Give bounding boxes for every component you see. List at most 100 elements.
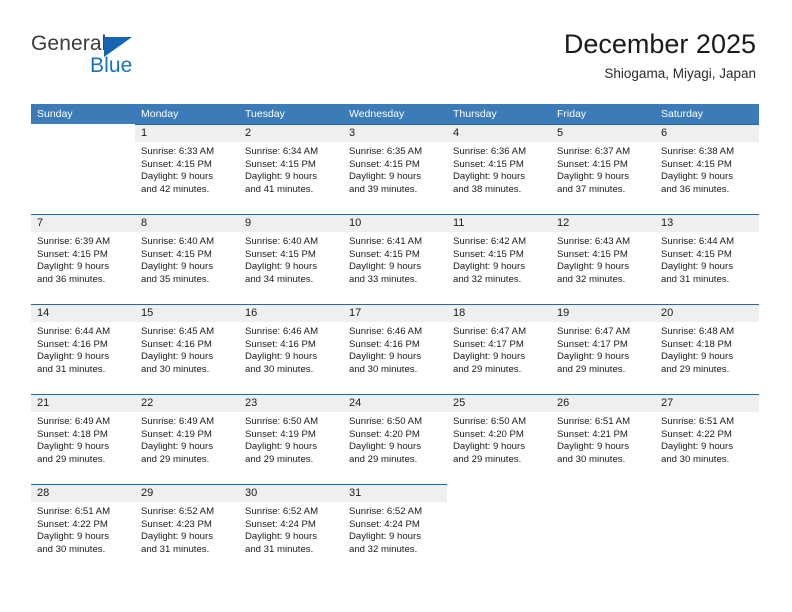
day-info (655, 501, 759, 505)
day-number: 3 (343, 125, 447, 142)
day-cell[interactable]: 16 Sunrise: 6:46 AM Sunset: 4:16 PM Dayl… (239, 304, 343, 394)
day-cell[interactable]: 18 Sunrise: 6:47 AM Sunset: 4:17 PM Dayl… (447, 304, 551, 394)
day-number (551, 484, 655, 501)
calendar-week-row: 28 Sunrise: 6:51 AM Sunset: 4:22 PM Dayl… (31, 484, 759, 574)
calendar-week-row: 1 Sunrise: 6:33 AM Sunset: 4:15 PM Dayli… (31, 124, 759, 214)
day-cell[interactable]: 30 Sunrise: 6:52 AM Sunset: 4:24 PM Dayl… (239, 484, 343, 574)
sunset-text: Sunset: 4:15 PM (141, 158, 212, 170)
day-cell[interactable]: 11 Sunrise: 6:42 AM Sunset: 4:15 PM Dayl… (447, 214, 551, 304)
day-info: Sunrise: 6:47 AM Sunset: 4:17 PM Dayligh… (551, 322, 655, 376)
day-cell[interactable]: 19 Sunrise: 6:47 AM Sunset: 4:17 PM Dayl… (551, 304, 655, 394)
day-cell[interactable]: 31 Sunrise: 6:52 AM Sunset: 4:24 PM Dayl… (343, 484, 447, 574)
sunrise-text: Sunrise: 6:51 AM (661, 416, 735, 427)
day-info (551, 501, 655, 505)
day-cell[interactable]: 21 Sunrise: 6:49 AM Sunset: 4:18 PM Dayl… (31, 394, 135, 484)
day-cell[interactable]: 23 Sunrise: 6:50 AM Sunset: 4:19 PM Dayl… (239, 394, 343, 484)
sunrise-text: Sunrise: 6:34 AM (245, 146, 319, 157)
page-header: General Blue December 2025 Shiogama, Miy… (0, 0, 792, 100)
sunrise-text: Sunrise: 6:52 AM (349, 506, 423, 517)
daylight-text-line1: Daylight: 9 hours (245, 351, 317, 363)
daylight-text-line2: and 29 minutes. (245, 453, 314, 465)
day-cell[interactable]: 4 Sunrise: 6:36 AM Sunset: 4:15 PM Dayli… (447, 124, 551, 214)
day-number: 18 (447, 305, 551, 322)
day-info (447, 501, 551, 505)
day-cell[interactable]: 25 Sunrise: 6:50 AM Sunset: 4:20 PM Dayl… (447, 394, 551, 484)
day-cell[interactable]: 28 Sunrise: 6:51 AM Sunset: 4:22 PM Dayl… (31, 484, 135, 574)
day-info: Sunrise: 6:45 AM Sunset: 4:16 PM Dayligh… (135, 322, 239, 376)
day-info: Sunrise: 6:36 AM Sunset: 4:15 PM Dayligh… (447, 142, 551, 196)
day-cell[interactable]: 1 Sunrise: 6:33 AM Sunset: 4:15 PM Dayli… (135, 124, 239, 214)
daylight-text-line1: Daylight: 9 hours (453, 171, 525, 183)
day-cell[interactable]: 12 Sunrise: 6:43 AM Sunset: 4:15 PM Dayl… (551, 214, 655, 304)
day-info: Sunrise: 6:37 AM Sunset: 4:15 PM Dayligh… (551, 142, 655, 196)
calendar-week-row: 21 Sunrise: 6:49 AM Sunset: 4:18 PM Dayl… (31, 394, 759, 484)
sunrise-text: Sunrise: 6:40 AM (245, 236, 319, 247)
day-info: Sunrise: 6:41 AM Sunset: 4:15 PM Dayligh… (343, 232, 447, 286)
page-subtitle: Shiogama, Miyagi, Japan (604, 66, 756, 81)
day-cell[interactable]: 20 Sunrise: 6:48 AM Sunset: 4:18 PM Dayl… (655, 304, 759, 394)
day-info: Sunrise: 6:48 AM Sunset: 4:18 PM Dayligh… (655, 322, 759, 376)
daylight-text-line2: and 31 minutes. (37, 363, 106, 375)
day-number: 11 (447, 215, 551, 232)
sunset-text: Sunset: 4:24 PM (245, 518, 316, 530)
day-info: Sunrise: 6:38 AM Sunset: 4:15 PM Dayligh… (655, 142, 759, 196)
day-cell[interactable]: 15 Sunrise: 6:45 AM Sunset: 4:16 PM Dayl… (135, 304, 239, 394)
daylight-text-line1: Daylight: 9 hours (661, 351, 733, 363)
daylight-text-line1: Daylight: 9 hours (453, 351, 525, 363)
general-blue-logo[interactable]: General Blue (31, 33, 211, 83)
day-info (31, 141, 135, 145)
sunrise-text: Sunrise: 6:40 AM (141, 236, 215, 247)
day-number: 6 (655, 125, 759, 142)
day-cell[interactable]: 26 Sunrise: 6:51 AM Sunset: 4:21 PM Dayl… (551, 394, 655, 484)
sunrise-text: Sunrise: 6:39 AM (37, 236, 111, 247)
day-number: 17 (343, 305, 447, 322)
daylight-text-line2: and 31 minutes. (141, 543, 210, 555)
daylight-text-line2: and 29 minutes. (661, 363, 730, 375)
day-cell[interactable]: 17 Sunrise: 6:46 AM Sunset: 4:16 PM Dayl… (343, 304, 447, 394)
daylight-text-line2: and 29 minutes. (453, 363, 522, 375)
daylight-text-line1: Daylight: 9 hours (661, 261, 733, 273)
day-cell[interactable]: 13 Sunrise: 6:44 AM Sunset: 4:15 PM Dayl… (655, 214, 759, 304)
sunrise-text: Sunrise: 6:47 AM (453, 326, 527, 337)
logo-text-general: General (31, 32, 107, 55)
sunrise-text: Sunrise: 6:42 AM (453, 236, 527, 247)
day-cell[interactable]: 7 Sunrise: 6:39 AM Sunset: 4:15 PM Dayli… (31, 214, 135, 304)
sunset-text: Sunset: 4:15 PM (141, 248, 212, 260)
sunrise-text: Sunrise: 6:52 AM (245, 506, 319, 517)
title-block: December 2025 Shiogama, Miyagi, Japan (564, 28, 756, 84)
day-cell[interactable]: 29 Sunrise: 6:52 AM Sunset: 4:23 PM Dayl… (135, 484, 239, 574)
sunrise-text: Sunrise: 6:46 AM (349, 326, 423, 337)
sunset-text: Sunset: 4:15 PM (453, 248, 524, 260)
sunrise-text: Sunrise: 6:44 AM (661, 236, 735, 247)
daylight-text-line2: and 39 minutes. (349, 183, 418, 195)
sunrise-text: Sunrise: 6:47 AM (557, 326, 631, 337)
sunset-text: Sunset: 4:15 PM (37, 248, 108, 260)
day-cell[interactable]: 6 Sunrise: 6:38 AM Sunset: 4:15 PM Dayli… (655, 124, 759, 214)
day-number: 28 (31, 485, 135, 502)
day-cell[interactable]: 24 Sunrise: 6:50 AM Sunset: 4:20 PM Dayl… (343, 394, 447, 484)
day-info: Sunrise: 6:42 AM Sunset: 4:15 PM Dayligh… (447, 232, 551, 286)
day-cell[interactable]: 27 Sunrise: 6:51 AM Sunset: 4:22 PM Dayl… (655, 394, 759, 484)
sunrise-text: Sunrise: 6:51 AM (557, 416, 631, 427)
daylight-text-line2: and 41 minutes. (245, 183, 314, 195)
day-cell[interactable]: 10 Sunrise: 6:41 AM Sunset: 4:15 PM Dayl… (343, 214, 447, 304)
sunrise-text: Sunrise: 6:36 AM (453, 146, 527, 157)
sunrise-text: Sunrise: 6:50 AM (245, 416, 319, 427)
daylight-text-line2: and 33 minutes. (349, 273, 418, 285)
day-number: 27 (655, 395, 759, 412)
day-cell[interactable]: 8 Sunrise: 6:40 AM Sunset: 4:15 PM Dayli… (135, 214, 239, 304)
sunset-text: Sunset: 4:22 PM (661, 428, 732, 440)
day-cell (31, 124, 135, 214)
day-cell[interactable]: 2 Sunrise: 6:34 AM Sunset: 4:15 PM Dayli… (239, 124, 343, 214)
day-number: 22 (135, 395, 239, 412)
day-cell[interactable]: 5 Sunrise: 6:37 AM Sunset: 4:15 PM Dayli… (551, 124, 655, 214)
day-cell[interactable]: 3 Sunrise: 6:35 AM Sunset: 4:15 PM Dayli… (343, 124, 447, 214)
daylight-text-line1: Daylight: 9 hours (349, 261, 421, 273)
daylight-text-line2: and 37 minutes. (557, 183, 626, 195)
day-info: Sunrise: 6:52 AM Sunset: 4:23 PM Dayligh… (135, 502, 239, 556)
day-cell[interactable]: 22 Sunrise: 6:49 AM Sunset: 4:19 PM Dayl… (135, 394, 239, 484)
daylight-text-line2: and 30 minutes. (557, 453, 626, 465)
day-cell[interactable]: 9 Sunrise: 6:40 AM Sunset: 4:15 PM Dayli… (239, 214, 343, 304)
daylight-text-line1: Daylight: 9 hours (245, 531, 317, 543)
day-cell[interactable]: 14 Sunrise: 6:44 AM Sunset: 4:16 PM Dayl… (31, 304, 135, 394)
